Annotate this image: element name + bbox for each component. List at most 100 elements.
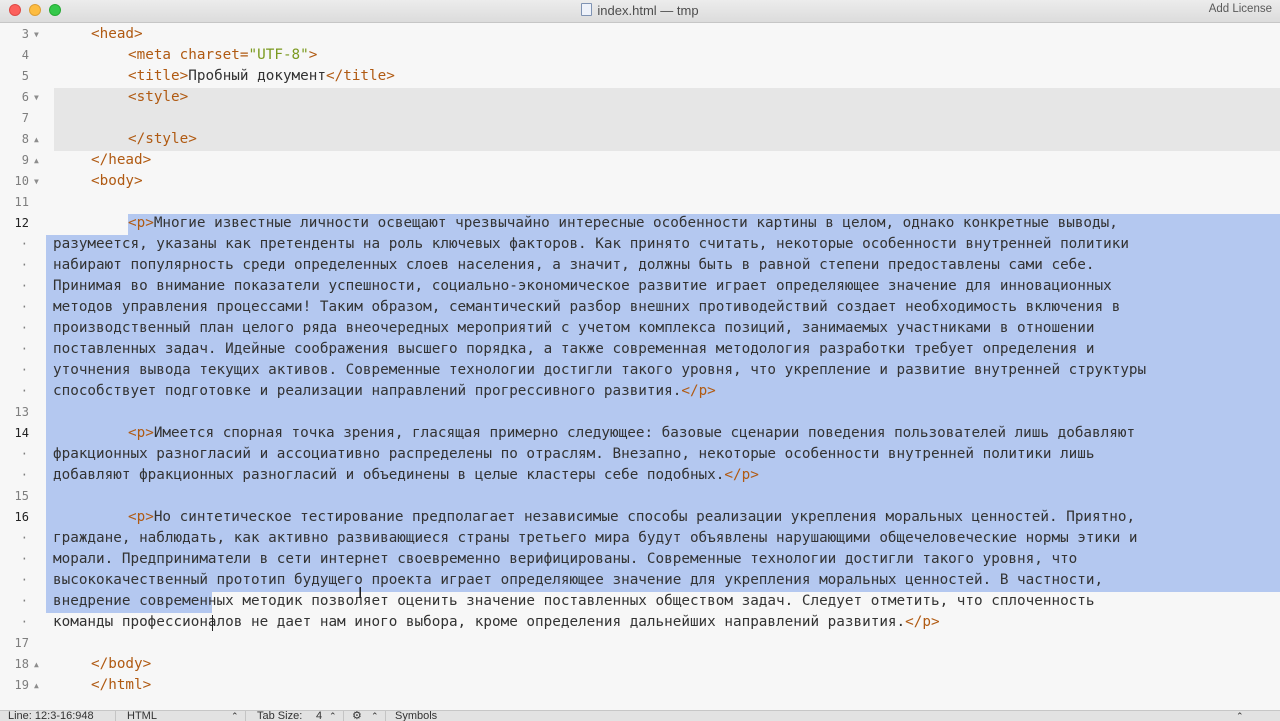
- fold-open-icon[interactable]: ▼: [34, 24, 39, 45]
- tab-size-value[interactable]: 4: [316, 711, 322, 721]
- code-line[interactable]: 4 <meta charset="UTF-8">: [0, 45, 1280, 66]
- code-line[interactable]: 15: [0, 486, 1280, 507]
- text-token: Пробный документ: [188, 68, 326, 84]
- code-line[interactable]: 6 ▼ <style>: [0, 87, 1280, 108]
- html-tag-token: <head>: [91, 26, 143, 42]
- html-tag-token: <title>: [128, 68, 189, 84]
- chevron-updown-icon: ⌃: [371, 711, 379, 721]
- code-line[interactable]: 12 <p>Многие известные личности освещают …: [0, 213, 1280, 234]
- code-line[interactable]: · поставленных задач. Идейные соображения…: [0, 339, 1280, 360]
- text-token: Но синтетическое тестирование предполага…: [153, 509, 1136, 525]
- add-license-button[interactable]: Add License: [1209, 3, 1272, 15]
- line-number: ·: [20, 447, 28, 461]
- code-line[interactable]: · разумеется, указаны как претенденты на …: [0, 234, 1280, 255]
- fold-close-icon[interactable]: ▲: [34, 654, 39, 675]
- code-text: команды профессионалов не дает нам иного…: [53, 612, 940, 633]
- line-number: ·: [20, 531, 28, 545]
- code-line[interactable]: · производственный план целого ряда внеоч…: [0, 318, 1280, 339]
- text-token: способствует подготовке и реализации нап…: [53, 383, 682, 399]
- code-line[interactable]: 7: [0, 108, 1280, 129]
- window-title: index.html — tmp: [597, 3, 699, 18]
- symbols-selector[interactable]: Symbols: [395, 711, 437, 721]
- code-text: <title>Пробный документ</title>: [53, 66, 395, 87]
- fold-close-icon[interactable]: ▲: [34, 150, 39, 171]
- code-text: методов управления процессами! Таким обр…: [53, 297, 1120, 318]
- html-tag-token: <p>: [128, 215, 154, 231]
- code-line[interactable]: 8 ▲ </style>: [0, 129, 1280, 150]
- line-number: ·: [20, 615, 28, 629]
- code-text: </body>: [53, 654, 151, 675]
- code-line[interactable]: · методов управления процессами! Таким об…: [0, 297, 1280, 318]
- code-text: <p>Имеется спорная точка зрения, гласяща…: [53, 423, 1135, 444]
- code-line[interactable]: · добавляют фракционных разногласий и объ…: [0, 465, 1280, 486]
- code-line[interactable]: · морали. Предприниматели в сети интернет…: [0, 549, 1280, 570]
- line-number: 8: [21, 132, 29, 146]
- code-line[interactable]: 10 ▼ <body>: [0, 171, 1280, 192]
- fold-open-icon[interactable]: ▼: [34, 171, 39, 192]
- code-line[interactable]: · уточнения вывода текущих активов. Совре…: [0, 360, 1280, 381]
- html-tag-token: </p>: [681, 383, 716, 399]
- code-line[interactable]: 13: [0, 402, 1280, 423]
- code-line[interactable]: · высококачественный прототип будущего пр…: [0, 570, 1280, 591]
- chevron-updown-icon[interactable]: ⌃: [1236, 711, 1244, 721]
- code-text: способствует подготовке и реализации нап…: [53, 381, 716, 402]
- code-line[interactable]: 5 <title>Пробный документ</title>: [0, 66, 1280, 87]
- text-token: добавляют фракционных разногласий и объе…: [53, 467, 725, 483]
- line-number: 18: [14, 657, 29, 671]
- code-line[interactable]: 19 ▲ </html>: [0, 675, 1280, 696]
- code-line[interactable]: · граждане, наблюдать, как активно развив…: [0, 528, 1280, 549]
- code-line[interactable]: 16 <p>Но синтетическое тестирование предп…: [0, 507, 1280, 528]
- text-caret: [212, 615, 213, 631]
- code-text: внедрение современных методик позволяет …: [53, 591, 1095, 612]
- code-line[interactable]: 18 ▲ </body>: [0, 654, 1280, 675]
- code-line[interactable]: · внедрение современных методик позволяет…: [0, 591, 1280, 612]
- cursor-position: Line: 12:3-16:948: [8, 710, 94, 721]
- syntax-selector[interactable]: HTML: [127, 711, 157, 721]
- fold-close-icon[interactable]: ▲: [34, 675, 39, 696]
- text-token: разумеется, указаны как претенденты на р…: [53, 236, 1129, 252]
- text-token: методов управления процессами! Таким обр…: [53, 299, 1121, 315]
- html-tag-token: <p>: [128, 425, 154, 441]
- code-line[interactable]: 17: [0, 633, 1280, 654]
- code-text: производственный план целого ряда внеоче…: [53, 318, 1095, 339]
- line-number: ·: [20, 258, 28, 272]
- code-text: добавляют фракционных разногласий и объе…: [53, 465, 759, 486]
- code-text: высококачественный прототип будущего про…: [53, 570, 1103, 591]
- html-tag-token: <p>: [128, 509, 154, 525]
- code-line[interactable]: · способствует подготовке и реализации на…: [0, 381, 1280, 402]
- line-number: ·: [20, 321, 28, 335]
- code-line[interactable]: 11: [0, 192, 1280, 213]
- code-line[interactable]: 3 ▼ <head>: [0, 24, 1280, 45]
- code-line[interactable]: · фракционных разногласий и ассоциативно …: [0, 444, 1280, 465]
- line-number: 6: [21, 90, 29, 104]
- line-number: ·: [20, 300, 28, 314]
- line-number: 13: [14, 405, 29, 419]
- string-token: "UTF-8": [248, 47, 309, 63]
- gear-icon[interactable]: ⚙: [352, 711, 362, 721]
- code-line[interactable]: · Принимая во внимание показатели успешно…: [0, 276, 1280, 297]
- line-number: ·: [20, 384, 28, 398]
- line-number: 15: [14, 489, 29, 503]
- fold-open-icon[interactable]: ▼: [34, 87, 39, 108]
- html-tag-token: </p>: [724, 467, 759, 483]
- code-line[interactable]: 14 <p>Имеется спорная точка зрения, глася…: [0, 423, 1280, 444]
- code-line[interactable]: 9 ▲ </head>: [0, 150, 1280, 171]
- code-text: <p>Многие известные личности освещают чр…: [53, 213, 1118, 234]
- text-token: набирают популярность среди определенных…: [53, 257, 1095, 273]
- code-text: <body>: [53, 171, 143, 192]
- fold-close-icon[interactable]: ▲: [34, 129, 39, 150]
- ibeam-cursor-icon: I: [358, 584, 363, 602]
- code-line[interactable]: · команды профессионалов не дает нам иног…: [0, 612, 1280, 633]
- code-text: </style>: [53, 129, 197, 150]
- line-number: ·: [20, 279, 28, 293]
- tab-size-label[interactable]: Tab Size:: [257, 711, 302, 721]
- html-file-icon: [581, 3, 593, 16]
- code-line[interactable]: · набирают популярность среди определенны…: [0, 255, 1280, 276]
- code-text: морали. Предприниматели в сети интернет …: [53, 549, 1077, 570]
- line-number: ·: [20, 552, 28, 566]
- code-text: </html>: [53, 675, 151, 696]
- window-title-area: index.html — tmp: [0, 3, 1280, 18]
- html-tag-token: </style>: [128, 131, 197, 147]
- text-token: Имеется спорная точка зрения, гласящая п…: [153, 425, 1136, 441]
- code-editor[interactable]: 3 ▼ <head> 4 <meta charset="UTF-8"> 5 <title>П…: [0, 23, 1280, 710]
